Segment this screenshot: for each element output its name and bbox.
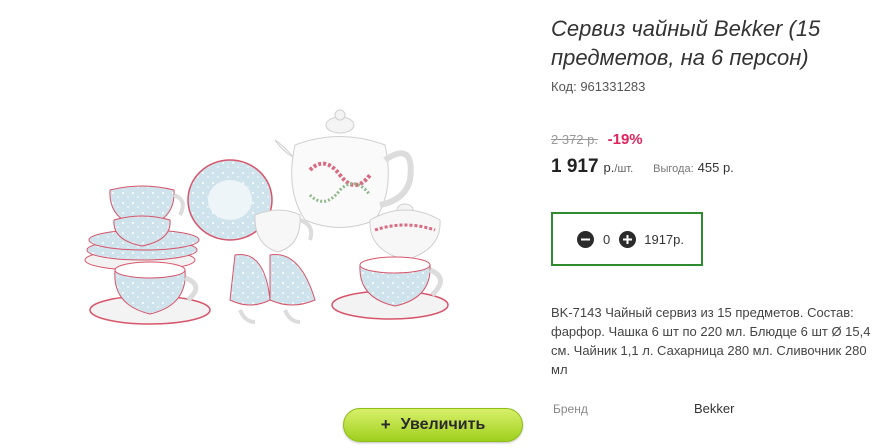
zoom-button-label: Увеличить: [400, 416, 486, 433]
brand-label: Бренд: [553, 402, 588, 416]
old-price-row: 2 372 р. -19%: [551, 131, 643, 148]
minus-circle-icon[interactable]: [577, 230, 594, 248]
price-row: 1 917 р./шт. Выгода: 455 р.: [551, 156, 734, 178]
product-image[interactable]: [70, 100, 490, 360]
product-code: Код: 961331283: [551, 79, 646, 94]
price-unit: р./шт.: [604, 160, 634, 175]
quantity-value[interactable]: 0: [603, 232, 610, 247]
product-title: Сервиз чайный Bekker (15 предметов, на 6…: [551, 16, 821, 70]
brand-value[interactable]: Bekker: [694, 401, 734, 416]
savings-label: Выгода:: [653, 163, 694, 175]
current-price: 1 917: [551, 156, 599, 177]
plus-icon: +: [380, 415, 391, 434]
savings-value: 455 р.: [697, 160, 734, 175]
quantity-total: 1917р.: [644, 231, 684, 247]
quantity-selector: 0 1917р.: [551, 212, 703, 266]
plus-circle-icon[interactable]: [619, 230, 637, 248]
old-price: 2 372 р.: [551, 132, 598, 147]
price-per-unit: /шт.: [614, 163, 634, 175]
price-currency: р.: [603, 160, 615, 175]
product-description: BK-7143 Чайный сервиз из 15 предметов. С…: [551, 305, 871, 377]
discount-badge: -19%: [607, 131, 643, 148]
zoom-button[interactable]: + Увеличить: [343, 408, 523, 442]
